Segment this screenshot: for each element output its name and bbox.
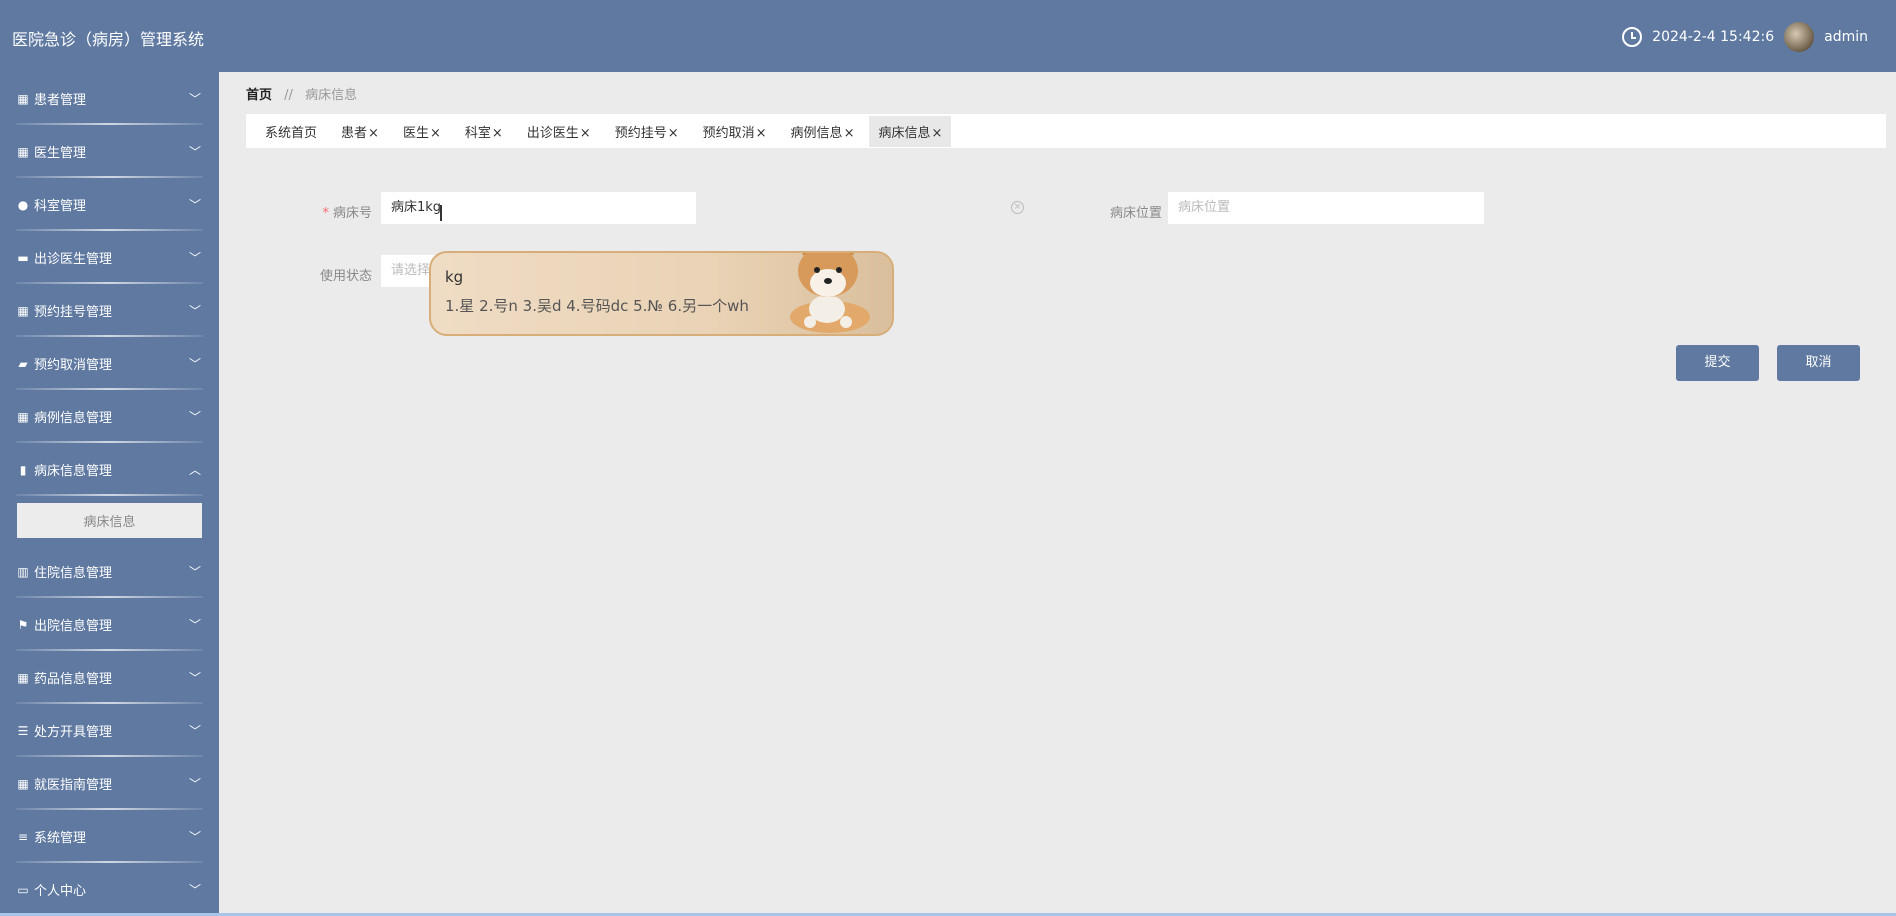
tab-doctor[interactable]: 医生× (394, 116, 450, 147)
breadcrumb-separator: // (284, 88, 293, 103)
tab-patient[interactable]: 患者× (332, 116, 388, 147)
sidebar-item-profile[interactable]: ▭ 个人中心 ﹀ (0, 863, 219, 916)
close-icon[interactable]: × (580, 126, 591, 141)
sidebar-item-case[interactable]: ▦ 病例信息管理 ﹀ (0, 390, 219, 443)
close-icon[interactable]: × (368, 126, 379, 141)
close-icon[interactable]: × (430, 126, 441, 141)
briefcase-icon: ▬ (17, 250, 29, 265)
grid-icon: ▦ (17, 144, 29, 159)
ime-candidate-window: kg 1.星 2.号n 3.吴d 4.号码dc 5.№ 6.另一个wh (429, 251, 894, 336)
sidebar-item-inpatient[interactable]: ▥ 住院信息管理 ﹀ (0, 545, 219, 598)
sidebar-subitem-bed-info[interactable]: 病床信息 (17, 503, 202, 538)
chevron-down-icon: ﹀ (188, 251, 201, 265)
sidebar-item-appointment-cancel[interactable]: ▰ 预约取消管理 ﹀ (0, 337, 219, 390)
sidebar-item-department[interactable]: ● 科室管理 ﹀ (0, 178, 219, 231)
close-icon[interactable]: × (931, 126, 942, 141)
app-title: 医院急诊（病房）管理系统 (12, 30, 205, 49)
chevron-down-icon: ﹀ (188, 304, 201, 318)
ime-candidates[interactable]: 1.星 2.号n 3.吴d 4.号码dc 5.№ 6.另一个wh (445, 295, 749, 316)
chevron-down-icon: ﹀ (188, 145, 201, 159)
sidebar-item-system[interactable]: ≡ 系统管理 ﹀ (0, 810, 219, 863)
tab-department[interactable]: 科室× (456, 116, 512, 147)
chevron-down-icon: ﹀ (188, 618, 201, 632)
chat-icon: ▰ (18, 356, 28, 371)
close-icon[interactable]: × (492, 126, 503, 141)
chevron-down-icon: ﹀ (188, 671, 201, 685)
sidebar-item-discharge[interactable]: ⚑ 出院信息管理 ﹀ (0, 598, 219, 651)
card-icon: ▭ (17, 882, 29, 897)
close-icon[interactable]: × (756, 126, 767, 141)
tab-case[interactable]: 病例信息× (782, 116, 864, 147)
sidebar-item-visiting-doctor[interactable]: ▬ 出诊医生管理 ﹀ (0, 231, 219, 284)
bed-location-label: 病床位置 (1109, 206, 1162, 221)
clock-icon (1622, 27, 1643, 47)
username[interactable]: admin (1824, 29, 1868, 45)
cancel-button[interactable]: 取消 (1777, 345, 1860, 381)
ime-composition: kg (445, 268, 464, 286)
list-icon: ≡ (17, 829, 29, 844)
tab-bed-info[interactable]: 病床信息× (869, 115, 952, 147)
breadcrumb-current: 病床信息 (305, 88, 358, 103)
sidebar: ▦ 患者管理 ﹀ ▦ 医生管理 ﹀ ● 科室管理 ﹀ ▬ 出诊医生管理 ﹀ ▦ 预约挂号管理 ﹀ ▰… (0, 72, 219, 916)
sidebar-item-bed[interactable]: ▮ 病床信息管理 ︿ (0, 443, 219, 496)
tab-bar: 系统首页 患者× 医生× 科室× 出诊医生× 预约挂号× 预约取消× 病例信息×… (246, 114, 1886, 148)
breadcrumb-home[interactable]: 首页 (246, 88, 272, 103)
chevron-down-icon: ﹀ (188, 357, 201, 371)
chevron-down-icon: ﹀ (188, 198, 201, 212)
chevron-down-icon: ﹀ (188, 724, 201, 738)
status-label: 使用状态 (319, 269, 372, 284)
breadcrumb: 首页 // 病床信息 (246, 84, 357, 103)
avatar[interactable] (1784, 22, 1815, 52)
chevron-down-icon: ﹀ (188, 830, 201, 844)
datetime-display: 2024-2-4 15:42:6 (1652, 29, 1775, 45)
bar-chart-icon: ▥ (17, 564, 29, 579)
sidebar-item-appointment[interactable]: ▦ 预约挂号管理 ﹀ (0, 284, 219, 337)
clear-icon[interactable]: × (1011, 201, 1024, 214)
text-cursor (440, 205, 442, 221)
submit-button[interactable]: 提交 (1676, 345, 1759, 381)
tab-appointment[interactable]: 预约挂号× (606, 116, 688, 147)
tab-home[interactable]: 系统首页 (256, 116, 326, 147)
header-right: 2024-2-4 15:42:6 admin (1622, 22, 1868, 52)
sidebar-item-drug[interactable]: ▦ 药品信息管理 ﹀ (0, 651, 219, 704)
chevron-down-icon: ﹀ (188, 777, 201, 791)
clipboard-icon: ▮ (19, 462, 27, 477)
sidebar-item-guide[interactable]: ▦ 就医指南管理 ﹀ (0, 757, 219, 810)
sidebar-item-prescription[interactable]: ☰ 处方开具管理 ﹀ (0, 704, 219, 757)
chevron-up-icon: ︿ (188, 463, 201, 477)
chevron-down-icon: ﹀ (188, 883, 201, 897)
sliders-icon: ☰ (17, 723, 29, 738)
bed-no-label: * 病床号 (322, 206, 372, 221)
grid-icon: ▦ (17, 409, 29, 424)
grid-icon: ▦ (17, 303, 29, 318)
tab-visiting-doctor[interactable]: 出诊医生× (518, 116, 600, 147)
sidebar-item-doctor[interactable]: ▦ 医生管理 ﹀ (0, 125, 219, 178)
chevron-down-icon: ﹀ (188, 92, 201, 106)
grid-icon: ▦ (17, 670, 29, 685)
grid-icon: ▦ (17, 91, 29, 106)
flag-icon: ⚑ (17, 617, 29, 632)
chevron-down-icon: ﹀ (188, 410, 201, 424)
top-bar: 医院急诊（病房）管理系统 2024-2-4 15:42:6 admin (0, 0, 1896, 72)
chevron-down-icon: ﹀ (188, 565, 201, 579)
sidebar-item-patient[interactable]: ▦ 患者管理 ﹀ (0, 72, 219, 125)
close-icon[interactable]: × (844, 126, 855, 141)
bulb-icon: ● (17, 197, 29, 212)
shiba-dog-image (790, 253, 870, 333)
bed-location-input[interactable]: 病床位置 (1168, 192, 1484, 224)
bed-no-input[interactable]: 病床1kg (381, 192, 696, 224)
tab-appointment-cancel[interactable]: 预约取消× (694, 116, 776, 147)
close-icon[interactable]: × (668, 126, 679, 141)
grid-icon: ▦ (17, 776, 29, 791)
